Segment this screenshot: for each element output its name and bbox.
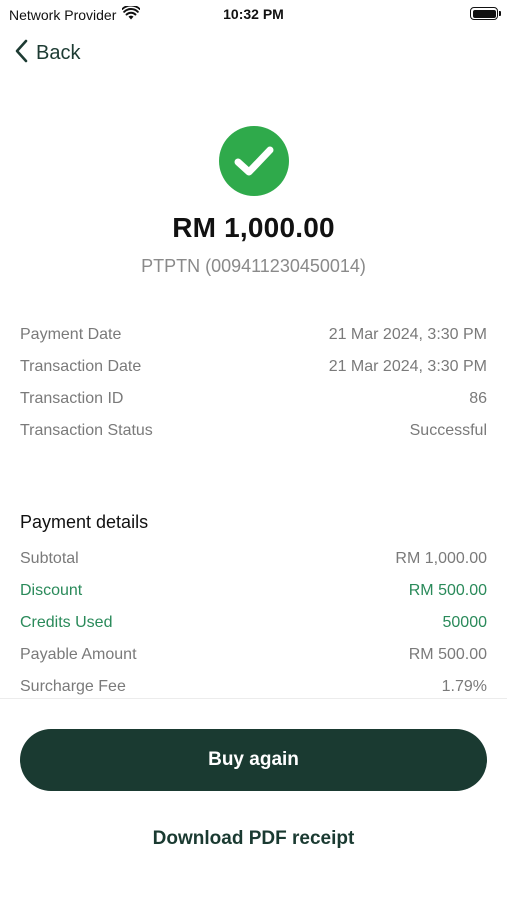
back-label: Back	[36, 41, 81, 64]
check-circle-icon	[219, 126, 289, 196]
info-row-transaction-status: Transaction Status Successful	[20, 415, 487, 447]
download-pdf-receipt-link[interactable]: Download PDF receipt	[0, 828, 507, 850]
detail-value: 50000	[442, 614, 488, 631]
payment-details-list: Subtotal RM 1,000.00 Discount RM 500.00 …	[20, 543, 487, 703]
info-value: 86	[469, 390, 487, 407]
payment-amount: RM 1,000.00	[172, 212, 335, 243]
detail-value: RM 500.00	[408, 646, 487, 663]
detail-label: Discount	[20, 582, 83, 599]
info-value: 21 Mar 2024, 3:30 PM	[328, 326, 487, 343]
battery-icon	[470, 7, 501, 20]
status-time: 10:32 PM	[223, 6, 284, 22]
info-label: Transaction Status	[20, 422, 153, 439]
detail-label: Surcharge Fee	[20, 678, 126, 695]
detail-value: RM 1,000.00	[395, 550, 487, 567]
detail-value: 1.79%	[441, 678, 487, 695]
info-row-transaction-id: Transaction ID 86	[20, 383, 487, 415]
info-row-payment-date: Payment Date 21 Mar 2024, 3:30 PM	[20, 319, 487, 351]
info-value: Successful	[409, 422, 487, 439]
detail-row-subtotal: Subtotal RM 1,000.00	[20, 543, 487, 575]
status-bar: Network Provider 10:32 PM	[0, 0, 507, 30]
info-label: Transaction ID	[20, 390, 124, 407]
detail-row-payable-amount: Payable Amount RM 500.00	[20, 639, 487, 671]
detail-row-discount: Discount RM 500.00	[20, 575, 487, 607]
info-label: Payment Date	[20, 326, 122, 343]
back-button[interactable]: Back	[14, 38, 80, 68]
detail-value: RM 500.00	[408, 582, 487, 599]
detail-row-credits-used: Credits Used 50000	[20, 607, 487, 639]
detail-label: Subtotal	[20, 550, 79, 567]
detail-label: Payable Amount	[20, 646, 137, 663]
transaction-info-list: Payment Date 21 Mar 2024, 3:30 PM Transa…	[20, 319, 487, 447]
chevron-left-icon	[14, 39, 28, 68]
info-label: Transaction Date	[20, 358, 142, 375]
info-row-transaction-date: Transaction Date 21 Mar 2024, 3:30 PM	[20, 351, 487, 383]
section-divider	[0, 698, 507, 699]
payment-details-heading: Payment details	[20, 512, 149, 532]
detail-label: Credits Used	[20, 614, 113, 631]
payee-reference: PTPTN (009411230450014)	[141, 256, 366, 276]
buy-again-button[interactable]: Buy again	[20, 729, 487, 791]
info-value: 21 Mar 2024, 3:30 PM	[328, 358, 487, 375]
